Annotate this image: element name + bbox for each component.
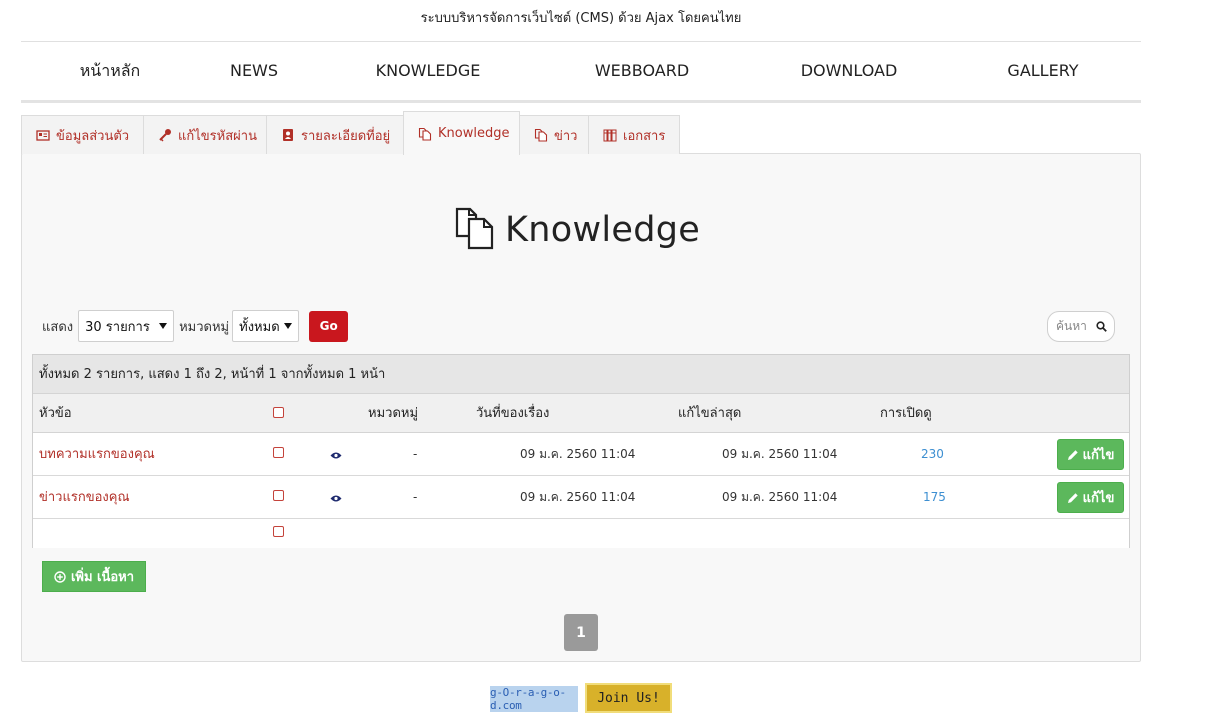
key-icon — [158, 128, 172, 142]
nav-item-webboard[interactable]: WEBBOARD — [589, 42, 695, 100]
page-title: Knowledge — [455, 203, 700, 257]
row-checkbox[interactable] — [273, 447, 284, 458]
pagination-page-1[interactable]: 1 — [564, 614, 598, 651]
nav-item-home[interactable]: หน้าหลัก — [75, 42, 145, 100]
knowledge-table: ทั้งหมด 2 รายการ, แสดง 1 ถึง 2, หน้าที่ … — [32, 354, 1130, 548]
nav-item-gallery[interactable]: GALLERY — [1003, 42, 1083, 100]
tab-knowledge[interactable]: Knowledge — [403, 111, 520, 155]
table-row: บทความแรกของคุณ - 09 ม.ค. 2560 11:04 09 … — [33, 433, 1129, 476]
tab-news[interactable]: ข่าว — [519, 115, 589, 154]
header-category[interactable]: หมวดหมู่ — [368, 394, 418, 433]
table-row: ข่าวแรกของคุณ - 09 ม.ค. 2560 11:04 09 ม.… — [33, 476, 1129, 519]
table-summary: ทั้งหมด 2 รายการ, แสดง 1 ถึง 2, หน้าที่ … — [33, 355, 1129, 394]
tab-address[interactable]: รายละเอียดที่อยู่ — [266, 115, 404, 154]
footer-logo-text: g-O-r-a-g-o-d.com — [490, 686, 566, 712]
main-nav: หน้าหลัก NEWS KNOWLEDGE WEBBOARD DOWNLOA… — [21, 42, 1141, 100]
id-card-icon — [36, 128, 50, 142]
tab-change-password[interactable]: แก้ไขรหัสผ่าน — [143, 115, 267, 154]
select-all-checkbox[interactable] — [273, 407, 284, 418]
nav-item-download[interactable]: DOWNLOAD — [797, 42, 901, 100]
row-date: 09 ม.ค. 2560 11:04 — [520, 490, 636, 504]
table-header: หัวข้อ หมวดหมู่ วันที่ของเรื่อง แก้ไขล่า… — [33, 394, 1129, 433]
select-all-checkbox[interactable] — [273, 526, 284, 537]
edit-button[interactable]: แก้ไข — [1057, 439, 1124, 470]
header-updated[interactable]: แก้ไขล่าสุด — [678, 394, 741, 433]
show-label: แสดง — [42, 319, 74, 335]
row-updated: 09 ม.ค. 2560 11:04 — [722, 447, 838, 461]
row-category: - — [413, 490, 418, 504]
row-views: 230 — [921, 447, 944, 461]
documents-icon — [534, 128, 548, 142]
pencil-icon — [1067, 492, 1078, 503]
row-checkbox[interactable] — [273, 490, 284, 501]
tab-label: Knowledge — [438, 126, 510, 141]
page-size-value: 30 รายการ — [85, 319, 150, 335]
eye-icon[interactable] — [330, 492, 342, 502]
filter-bar: แสดง 30 รายการ หมวดหมู่ ทั้งหมด Go — [42, 309, 349, 343]
folders-icon — [603, 128, 617, 142]
footer-logo[interactable]: g-O-r-a-g-o-d.com — [490, 686, 578, 712]
chevron-down-icon — [159, 323, 168, 329]
address-book-icon — [281, 128, 295, 142]
row-category: - — [413, 447, 418, 461]
table-footer-row — [33, 519, 1129, 548]
tab-documents[interactable]: เอกสาร — [588, 115, 680, 154]
join-us-button[interactable]: Join Us! — [585, 683, 672, 713]
edit-label: แก้ไข — [1082, 491, 1115, 506]
category-value: ทั้งหมด — [239, 319, 280, 335]
search-input[interactable]: ค้นหา — [1047, 311, 1115, 342]
category-label: หมวดหมู่ — [179, 319, 230, 335]
nav-divider — [21, 100, 1141, 103]
tab-label: แก้ไขรหัสผ่าน — [178, 128, 257, 144]
page-size-select[interactable]: 30 รายการ — [78, 310, 175, 342]
category-select[interactable]: ทั้งหมด — [232, 310, 300, 342]
documents-icon — [455, 206, 499, 254]
edit-label: แก้ไข — [1082, 448, 1115, 463]
header-date[interactable]: วันที่ของเรื่อง — [476, 394, 549, 433]
chevron-down-icon — [284, 323, 293, 329]
row-title-link[interactable]: บทความแรกของคุณ — [39, 433, 155, 476]
site-title: ระบบบริหารจัดการเว็บไซต์ (CMS) ด้วย Ajax… — [420, 11, 742, 26]
nav-item-news[interactable]: NEWS — [221, 42, 287, 100]
documents-icon — [418, 127, 432, 141]
search-icon[interactable] — [1096, 321, 1107, 336]
row-title-link[interactable]: ข่าวแรกของคุณ — [39, 476, 130, 519]
row-views: 175 — [923, 490, 946, 504]
plus-circle-icon — [54, 570, 66, 583]
tab-label: ข้อมูลส่วนตัว — [56, 128, 130, 144]
search-placeholder: ค้นหา — [1056, 319, 1087, 333]
header-views[interactable]: การเปิดดู — [880, 394, 932, 433]
tab-profile[interactable]: ข้อมูลส่วนตัว — [21, 115, 144, 154]
page-heading: Knowledge — [505, 210, 701, 250]
tab-label: ข่าว — [554, 128, 578, 144]
header-title[interactable]: หัวข้อ — [39, 394, 72, 433]
nav-item-knowledge[interactable]: KNOWLEDGE — [373, 42, 483, 100]
go-button[interactable]: Go — [309, 310, 349, 342]
tab-label: รายละเอียดที่อยู่ — [301, 128, 391, 144]
edit-button[interactable]: แก้ไข — [1057, 482, 1124, 513]
tab-label: เอกสาร — [623, 128, 666, 144]
add-content-label: เพิ่ม เนื้อหา — [70, 570, 135, 585]
eye-icon[interactable] — [330, 449, 342, 459]
row-date: 09 ม.ค. 2560 11:04 — [520, 447, 636, 461]
add-content-button[interactable]: เพิ่ม เนื้อหา — [42, 561, 146, 592]
row-updated: 09 ม.ค. 2560 11:04 — [722, 490, 838, 504]
pencil-icon — [1067, 449, 1078, 460]
